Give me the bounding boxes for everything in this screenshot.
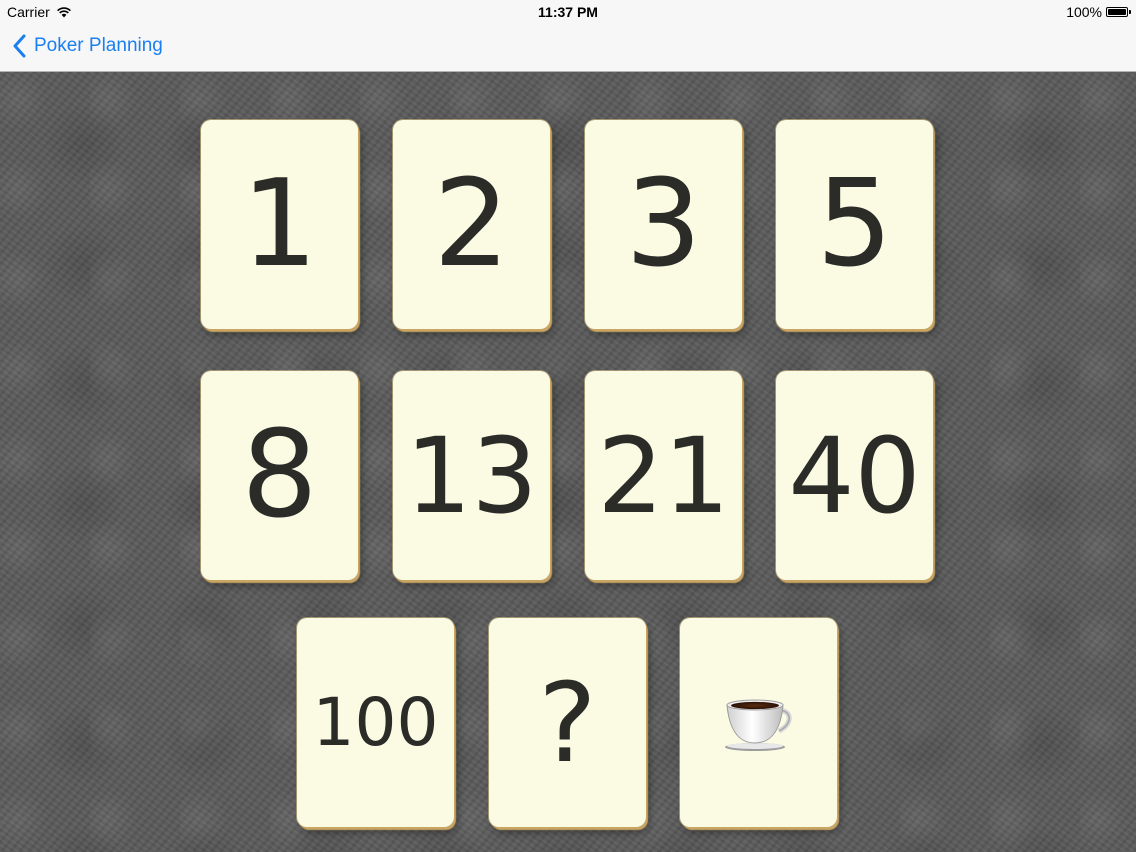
card-40[interactable]: 40 bbox=[776, 371, 933, 580]
card-2[interactable]: 2 bbox=[393, 120, 550, 329]
card-value: 21 bbox=[597, 414, 730, 537]
status-right: 100% bbox=[1066, 4, 1131, 20]
card-5[interactable]: 5 bbox=[776, 120, 933, 329]
card-value: 8 bbox=[241, 405, 318, 545]
card-8[interactable]: 8 bbox=[201, 371, 358, 580]
back-button[interactable]: Poker Planning bbox=[12, 34, 163, 58]
card-table: 1 2 3 5 8 13 21 40 100 ? bbox=[0, 72, 1136, 852]
card-21[interactable]: 21 bbox=[585, 371, 742, 580]
card-value: 100 bbox=[312, 683, 439, 761]
card-13[interactable]: 13 bbox=[393, 371, 550, 580]
status-time: 11:37 PM bbox=[538, 4, 598, 20]
card-value: ? bbox=[538, 658, 597, 787]
card-value: 5 bbox=[816, 154, 893, 294]
navigation-bar: Poker Planning bbox=[0, 24, 1136, 72]
card-coffee[interactable] bbox=[680, 618, 837, 827]
card-1[interactable]: 1 bbox=[201, 120, 358, 329]
battery-icon bbox=[1106, 7, 1131, 17]
card-value: 40 bbox=[788, 414, 921, 537]
card-100[interactable]: 100 bbox=[297, 618, 454, 827]
card-3[interactable]: 3 bbox=[585, 120, 742, 329]
card-value: 1 bbox=[241, 154, 318, 294]
card-value: 3 bbox=[625, 154, 702, 294]
battery-percentage: 100% bbox=[1066, 4, 1102, 20]
chevron-left-icon bbox=[13, 34, 26, 58]
status-bar: Carrier 11:37 PM 100% bbox=[0, 0, 1136, 24]
card-value: 13 bbox=[405, 414, 538, 537]
back-button-label: Poker Planning bbox=[34, 35, 163, 56]
card-question[interactable]: ? bbox=[489, 618, 646, 827]
coffee-cup-icon bbox=[724, 699, 791, 751]
card-value: 2 bbox=[433, 154, 510, 294]
